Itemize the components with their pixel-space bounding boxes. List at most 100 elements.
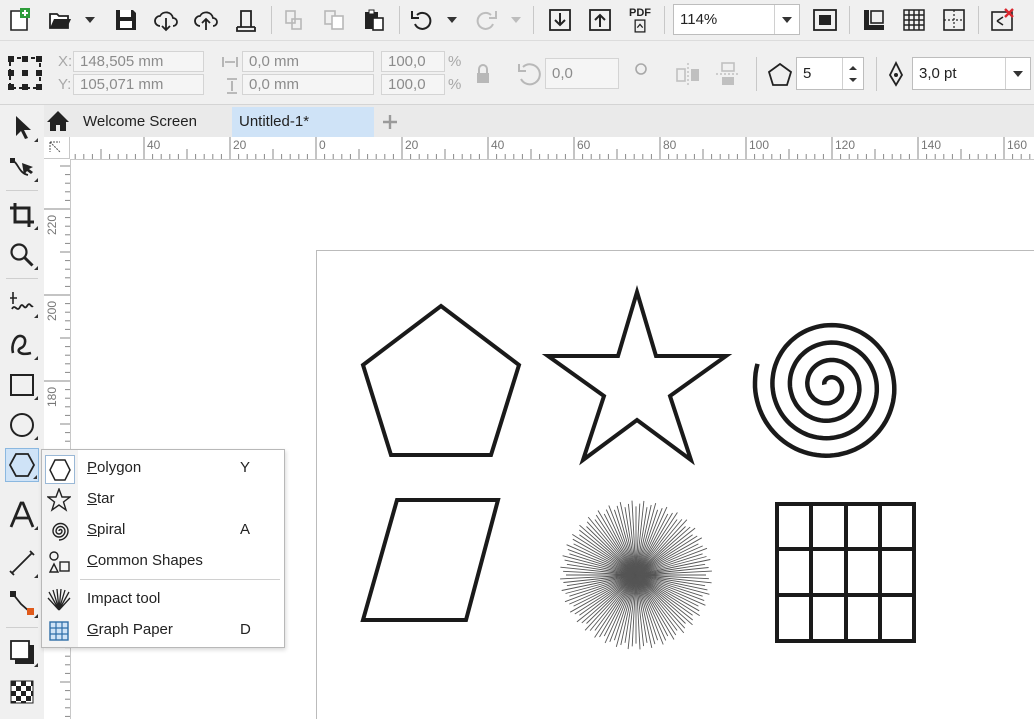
- cloud-upload-icon[interactable]: [190, 4, 222, 36]
- y-position-field[interactable]: 105,071 mm: [73, 74, 204, 95]
- horizontal-ruler-ticks: [74, 137, 1031, 159]
- cut-icon[interactable]: [278, 4, 310, 36]
- copy-icon[interactable]: [318, 4, 350, 36]
- scale-y-field[interactable]: 100,0: [381, 74, 445, 95]
- menu-item-graph-paper[interactable]: Graph Paper D: [42, 616, 284, 645]
- zoom-level-combo[interactable]: 114%: [673, 4, 800, 35]
- object-height-field[interactable]: 0,0 mm: [242, 74, 374, 95]
- zoom-dropdown-button[interactable]: [774, 5, 799, 34]
- open-folder-icon[interactable]: [44, 4, 76, 36]
- snap-off-icon[interactable]: [986, 4, 1018, 36]
- freehand-tool[interactable]: [5, 286, 39, 320]
- zoom-level-value: 114%: [680, 11, 718, 28]
- shape-node-icon: [10, 158, 33, 176]
- toolbar-separator: [399, 6, 400, 34]
- ruler-label: 60: [577, 138, 591, 152]
- tab-welcome-screen[interactable]: Welcome Screen: [74, 107, 230, 137]
- ellipse-tool[interactable]: [5, 408, 39, 442]
- tab-untitled-1[interactable]: Untitled-1*: [232, 107, 374, 137]
- menu-item-star[interactable]: Star: [42, 485, 284, 514]
- polygon-icon: [45, 455, 75, 484]
- x-position-label: X:: [58, 53, 73, 70]
- add-tab-icon[interactable]: [377, 107, 403, 137]
- pick-tool[interactable]: [5, 110, 39, 144]
- menu-item-polygon[interactable]: Polygon Y: [42, 454, 284, 484]
- rectangle-tool[interactable]: [5, 368, 39, 402]
- flyout-indicator: [34, 436, 38, 440]
- shape-tool[interactable]: [5, 150, 39, 184]
- full-screen-preview-icon[interactable]: [809, 4, 841, 36]
- width-icon: [221, 55, 239, 69]
- document-page[interactable]: [316, 250, 1034, 719]
- dimension-tool[interactable]: [5, 546, 39, 580]
- ruler-label: 160: [1007, 138, 1028, 152]
- menu-item-spiral[interactable]: Spiral A: [42, 516, 284, 545]
- undo-icon[interactable]: [406, 4, 438, 36]
- zoom-tool[interactable]: [5, 238, 39, 272]
- polygon-points-field[interactable]: 5: [796, 57, 864, 90]
- common-shapes-icon: [46, 549, 72, 575]
- impact-tool-icon: [46, 587, 72, 613]
- flyout-indicator: [34, 574, 38, 578]
- pen-outline-icon: [885, 60, 907, 89]
- star-icon: [46, 487, 72, 513]
- object-width-field[interactable]: 0,0 mm: [242, 51, 374, 72]
- redo-dropdown-caret[interactable]: [509, 4, 523, 36]
- object-origin-icon[interactable]: [7, 55, 43, 91]
- rotation-angle-field[interactable]: 0,0: [545, 58, 619, 89]
- outline-width-dropdown[interactable]: [1005, 58, 1030, 89]
- flyout-indicator: [33, 475, 37, 479]
- toolbox-separator: [6, 190, 38, 191]
- flyout-indicator: [34, 226, 38, 230]
- connector-tool[interactable]: [5, 586, 39, 620]
- crop-tool[interactable]: [5, 198, 39, 232]
- x-position-field[interactable]: 148,505 mm: [73, 51, 204, 72]
- ruler-label: 80: [663, 138, 677, 152]
- outline-width-combo[interactable]: 3,0 pt: [912, 57, 1031, 90]
- polygon-tool-flyout-menu: Polygon Y Star Spiral A Common Shapes Im…: [41, 449, 285, 648]
- scale-x-field[interactable]: 100,0: [381, 51, 445, 72]
- show-guidelines-icon[interactable]: [938, 4, 970, 36]
- menu-item-common-shapes[interactable]: Common Shapes: [42, 547, 284, 576]
- cloud-download-icon[interactable]: [150, 4, 182, 36]
- print-icon[interactable]: [230, 4, 262, 36]
- paste-icon[interactable]: [358, 4, 390, 36]
- text-tool[interactable]: [5, 498, 39, 532]
- rectangle-icon: [10, 374, 34, 396]
- polygon-tool[interactable]: [5, 448, 39, 482]
- graph-paper-shape: [775, 502, 916, 643]
- toolbar-separator: [664, 6, 665, 34]
- points-spinner[interactable]: [842, 58, 863, 89]
- tab-label: Untitled-1*: [239, 113, 310, 130]
- export-icon[interactable]: [584, 4, 616, 36]
- home-icon[interactable]: [46, 109, 70, 133]
- mirror-horizontal-icon[interactable]: [674, 61, 702, 87]
- publish-pdf-button[interactable]: PDF: [624, 4, 656, 36]
- lock-ratio-icon[interactable]: [474, 63, 492, 85]
- ruler-label: 20: [405, 138, 419, 152]
- ruler-origin-icon[interactable]: [44, 137, 70, 159]
- menu-item-impact-tool[interactable]: Impact tool: [42, 585, 284, 614]
- degree-icon: [634, 62, 648, 76]
- drop-shadow-tool[interactable]: [5, 635, 39, 669]
- show-grid-icon[interactable]: [898, 4, 930, 36]
- toolbar-separator: [978, 6, 979, 34]
- new-document-icon[interactable]: [4, 4, 36, 36]
- save-icon[interactable]: [110, 4, 142, 36]
- show-rulers-icon[interactable]: [858, 4, 890, 36]
- artistic-media-tool[interactable]: [5, 328, 39, 362]
- flyout-indicator: [34, 614, 38, 618]
- toolbar-separator: [849, 6, 850, 34]
- redo-icon[interactable]: [470, 4, 502, 36]
- mirror-vertical-icon[interactable]: [714, 61, 742, 87]
- import-icon[interactable]: [544, 4, 576, 36]
- ruler-label: 40: [147, 138, 161, 152]
- parallel-dimension-icon: [9, 550, 35, 576]
- open-dropdown-caret[interactable]: [83, 4, 97, 36]
- undo-dropdown-caret[interactable]: [445, 4, 459, 36]
- property-separator: [876, 57, 877, 91]
- transparency-tool[interactable]: [5, 675, 39, 709]
- toolbox-separator: [6, 627, 38, 628]
- property-separator: [756, 57, 757, 91]
- horizontal-ruler[interactable]: 40 20 0 20 40 60 80 100 120 140 160: [44, 137, 1034, 160]
